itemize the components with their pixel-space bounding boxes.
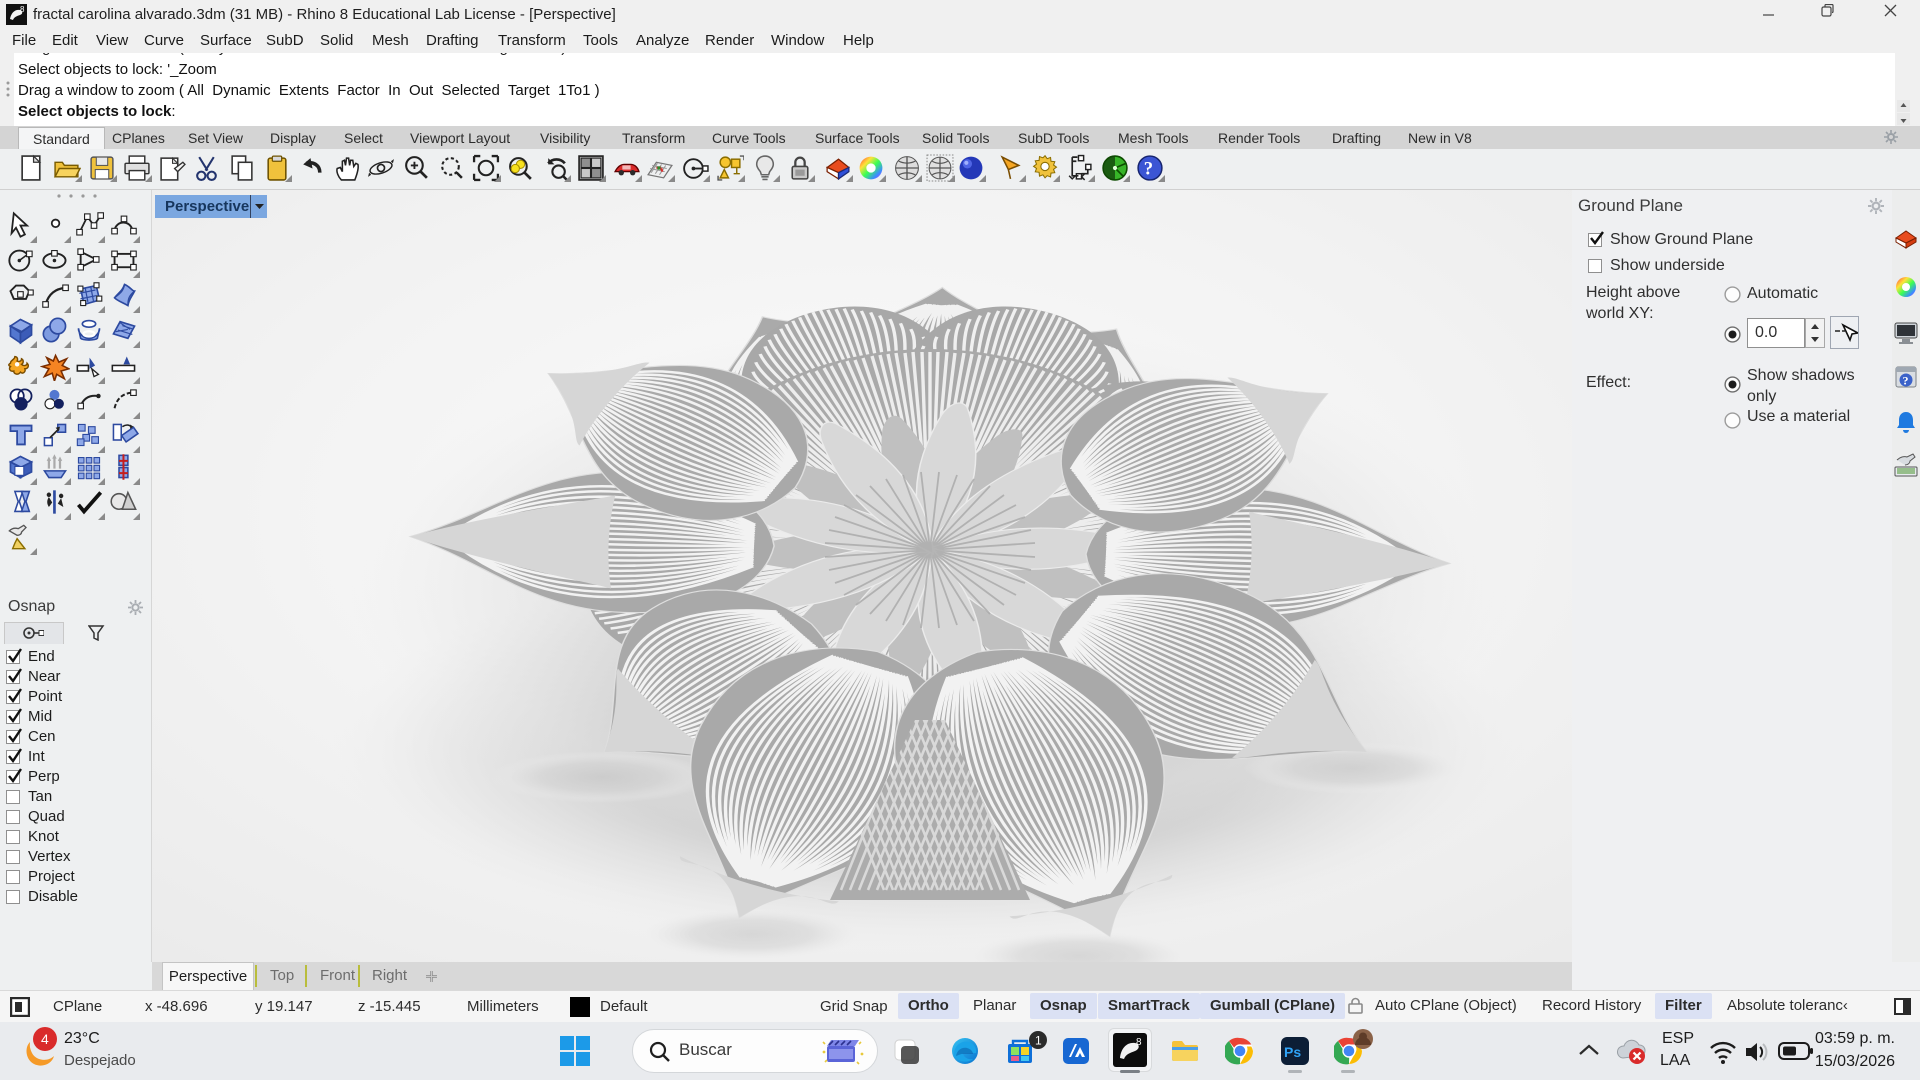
svg-text:Ps: Ps <box>1284 1044 1301 1060</box>
svg-text:1: 1 <box>1035 1034 1042 1048</box>
svg-text:4: 4 <box>41 1031 49 1047</box>
svg-text:8: 8 <box>1136 1037 1142 1048</box>
svg-text:?: ? <box>1903 374 1909 388</box>
svg-text:?: ? <box>1144 159 1153 180</box>
svg-text:8: 8 <box>20 5 25 14</box>
